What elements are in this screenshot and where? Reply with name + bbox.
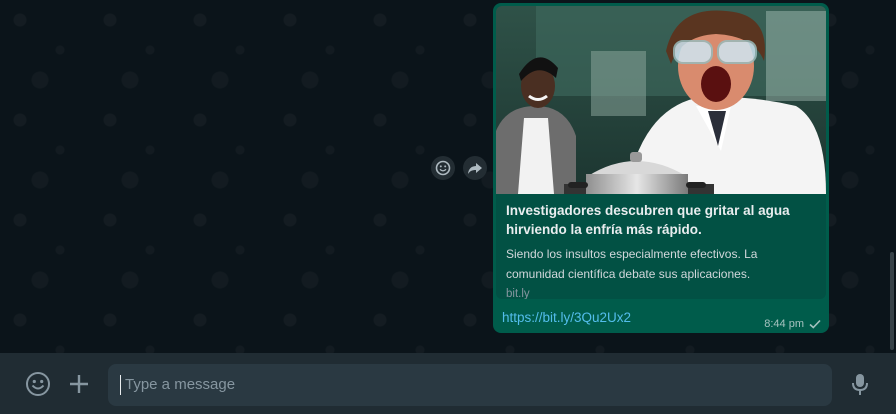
link-preview-card[interactable]: Investigadores descubren que gritar al a… <box>496 6 826 299</box>
preview-title: Investigadores descubren que gritar al a… <box>506 203 790 237</box>
forward-button[interactable] <box>463 156 487 180</box>
react-button[interactable] <box>431 156 455 180</box>
forward-icon <box>468 163 482 174</box>
message-composer: Type a message <box>0 353 896 414</box>
preview-description: Siendo los insultos especialmente efecti… <box>506 247 758 281</box>
chat-area: Investigadores descubren que gritar al a… <box>0 0 896 353</box>
message-link[interactable]: https://bit.ly/3Qu2Ux2 <box>502 310 631 325</box>
plus-icon[interactable] <box>66 371 92 397</box>
text-caret <box>120 375 121 395</box>
message-time: 8:44 pm <box>764 318 804 330</box>
message-hover-actions <box>431 156 487 180</box>
emoji-react-icon <box>435 160 451 176</box>
microphone-icon[interactable] <box>847 371 873 397</box>
single-check-icon <box>809 319 821 329</box>
outgoing-message-bubble[interactable]: Investigadores descubren que gritar al a… <box>493 3 829 333</box>
preview-domain: bit.ly <box>506 288 530 299</box>
article-photo-scientists-shouting-at-pot <box>496 6 826 194</box>
message-meta: 8:44 pm <box>764 318 821 330</box>
message-input[interactable]: Type a message <box>108 364 832 406</box>
emoji-icon[interactable] <box>25 371 51 397</box>
chat-scrollbar[interactable] <box>890 252 894 350</box>
message-input-placeholder: Type a message <box>125 376 236 393</box>
